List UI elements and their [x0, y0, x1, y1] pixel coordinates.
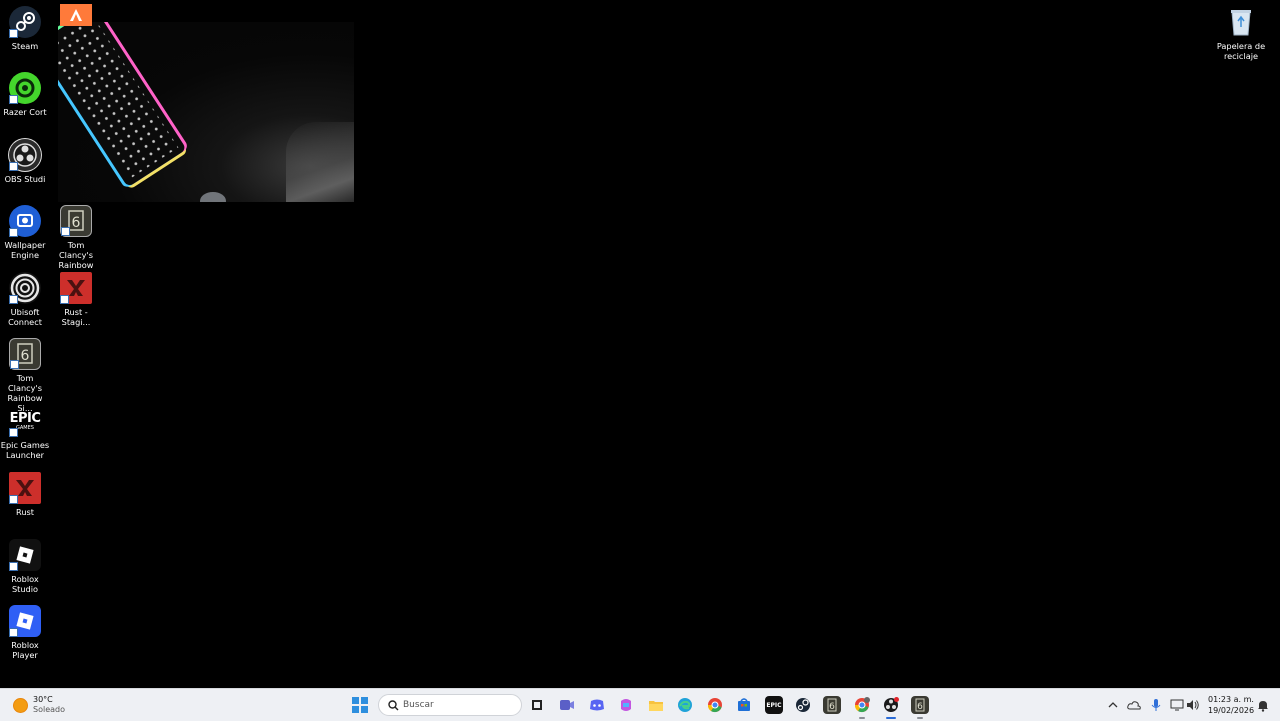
desktop-icon-ubisoft-connect[interactable]: Ubisoft Connect [0, 272, 50, 327]
desk-reflection [286, 122, 354, 202]
desktop-icon-label: Wallpaper Engine [4, 240, 46, 260]
app-corner-icon[interactable] [60, 4, 92, 26]
shortcut-arrow-icon [9, 295, 18, 304]
clock-time: 01:23 a. m. [1208, 695, 1254, 704]
search-placeholder: Buscar [403, 700, 434, 710]
desktop-icon-label: Papelera de reciclaje [1216, 41, 1266, 61]
shortcut-arrow-icon [9, 428, 18, 437]
steam-icon [9, 6, 41, 38]
taskbar[interactable]: 30°C Soleado Buscar EPIC 6 6 01:23 a. m.… [0, 688, 1280, 721]
search-icon [383, 699, 403, 711]
desktop-icon-roblox-studio[interactable]: Roblox Studio [0, 539, 50, 594]
rust-icon [9, 472, 41, 504]
svg-text:6: 6 [829, 702, 835, 712]
steam-taskbar-icon[interactable] [794, 696, 812, 714]
obs-studio-taskbar-icon[interactable] [882, 696, 900, 719]
desktop-icon-label: Ubisoft Connect [8, 307, 42, 327]
task-view-icon[interactable] [528, 696, 546, 714]
desktop-icon-label: Rust - Stagi... [61, 307, 91, 327]
system-clock[interactable]: 01:23 a. m. 19/02/2026 [1208, 694, 1254, 716]
rainbow-six-icon: 6 [60, 205, 92, 237]
shortcut-arrow-icon [9, 228, 18, 237]
start-button[interactable] [352, 697, 368, 713]
rainbow-six-taskbar-icon-2[interactable]: 6 [911, 696, 929, 719]
razer-cortex-icon [9, 72, 41, 104]
mouse-photo [200, 192, 226, 202]
weather-condition: Soleado [33, 705, 65, 714]
shortcut-arrow-icon [9, 95, 18, 104]
desktop-icon-obs-studio[interactable]: OBS Studi [0, 139, 50, 184]
teams-meet-icon[interactable] [558, 696, 576, 714]
roblox-studio-icon [9, 539, 41, 571]
wallpaper-image [58, 22, 354, 202]
desktop-icon-label: Razer Cort [3, 107, 47, 117]
epic-logo-text: EPIC [766, 701, 782, 709]
recycle-bin-icon [1225, 6, 1257, 38]
shortcut-arrow-icon [60, 295, 69, 304]
search-box[interactable]: Buscar [378, 694, 522, 716]
shortcut-arrow-icon [61, 227, 70, 236]
desktop-icon-label: Roblox Player [11, 640, 39, 660]
onedrive-icon[interactable] [1127, 698, 1141, 712]
shortcut-arrow-icon [9, 562, 18, 571]
desktop-icon-rust[interactable]: Rust [0, 472, 50, 517]
sun-icon [14, 698, 27, 712]
epic-logo-text: EPIC [9, 410, 41, 426]
desktop[interactable]: Steam Razer Cort OBS Studi Wallpaper Eng… [0, 0, 1280, 688]
shortcut-arrow-icon [10, 360, 19, 369]
volume-icon[interactable] [1186, 698, 1200, 712]
discord-icon[interactable] [588, 696, 606, 714]
shortcut-arrow-icon [9, 162, 18, 171]
weather-widget[interactable]: 30°C Soleado [14, 693, 65, 717]
epic-logo-subtext: GAMES [16, 424, 34, 431]
obs-studio-icon [9, 139, 41, 171]
keyboard-photo [58, 22, 187, 188]
running-indicator [859, 717, 865, 719]
clock-date: 19/02/2026 [1208, 706, 1255, 715]
microphone-icon[interactable] [1149, 698, 1163, 712]
svg-text:6: 6 [21, 348, 30, 364]
chrome-profile-icon[interactable] [853, 696, 871, 719]
shortcut-arrow-icon [9, 628, 18, 637]
desktop-icon-label: Epic Games Launcher [0, 440, 50, 460]
copilot-icon[interactable] [617, 696, 635, 714]
desktop-icon-rust-staging[interactable]: Rust - Stagi... [51, 272, 101, 327]
desktop-icon-recycle-bin[interactable]: Papelera de reciclaje [1215, 6, 1267, 61]
chevron-up-icon[interactable] [1106, 698, 1120, 712]
desktop-icon-rainbow-six-2[interactable]: 6 Tom Clancy's Rainbow Si... [51, 205, 101, 280]
bell-icon[interactable] [1256, 698, 1270, 712]
svg-text:6: 6 [917, 702, 923, 712]
running-indicator [917, 717, 923, 719]
rainbow-six-taskbar-icon[interactable]: 6 [823, 696, 841, 714]
weather-temperature: 30°C [33, 695, 53, 704]
file-explorer-icon[interactable] [647, 696, 665, 714]
desktop-icon-roblox-player[interactable]: Roblox Player [0, 605, 50, 660]
rust-staging-icon [60, 272, 92, 304]
roblox-player-icon [9, 605, 41, 637]
svg-text:6: 6 [72, 215, 81, 231]
chrome-icon[interactable] [706, 696, 724, 714]
desktop-icon-label: OBS Studi [4, 174, 46, 184]
edge-icon[interactable] [676, 696, 694, 714]
desktop-icon-wallpaper-engine[interactable]: Wallpaper Engine [0, 205, 50, 260]
store-icon[interactable] [735, 696, 753, 714]
wallpaper-engine-icon [9, 205, 41, 237]
desktop-icon-label: Rust [16, 507, 34, 517]
desktop-icon-rainbow-six[interactable]: 6 Tom Clancy's Rainbow Si... [0, 338, 50, 413]
network-icon[interactable] [1170, 698, 1184, 712]
rainbow-six-icon: 6 [9, 338, 41, 370]
desktop-icon-label: Steam [11, 41, 39, 51]
running-indicator-active [886, 717, 896, 719]
desktop-icon-steam[interactable]: Steam [0, 6, 50, 51]
desktop-icon-label: Roblox Studio [11, 574, 39, 594]
desktop-icon-epic-games[interactable]: EPIC GAMES Epic Games Launcher [0, 405, 50, 461]
epic-games-icon: EPIC GAMES [9, 405, 41, 437]
shortcut-arrow-icon [9, 495, 18, 504]
shortcut-arrow-icon [9, 29, 18, 38]
epic-games-taskbar-icon[interactable]: EPIC [765, 696, 783, 714]
ubisoft-connect-icon [9, 272, 41, 304]
desktop-icon-razer-cortex[interactable]: Razer Cort [0, 72, 50, 117]
